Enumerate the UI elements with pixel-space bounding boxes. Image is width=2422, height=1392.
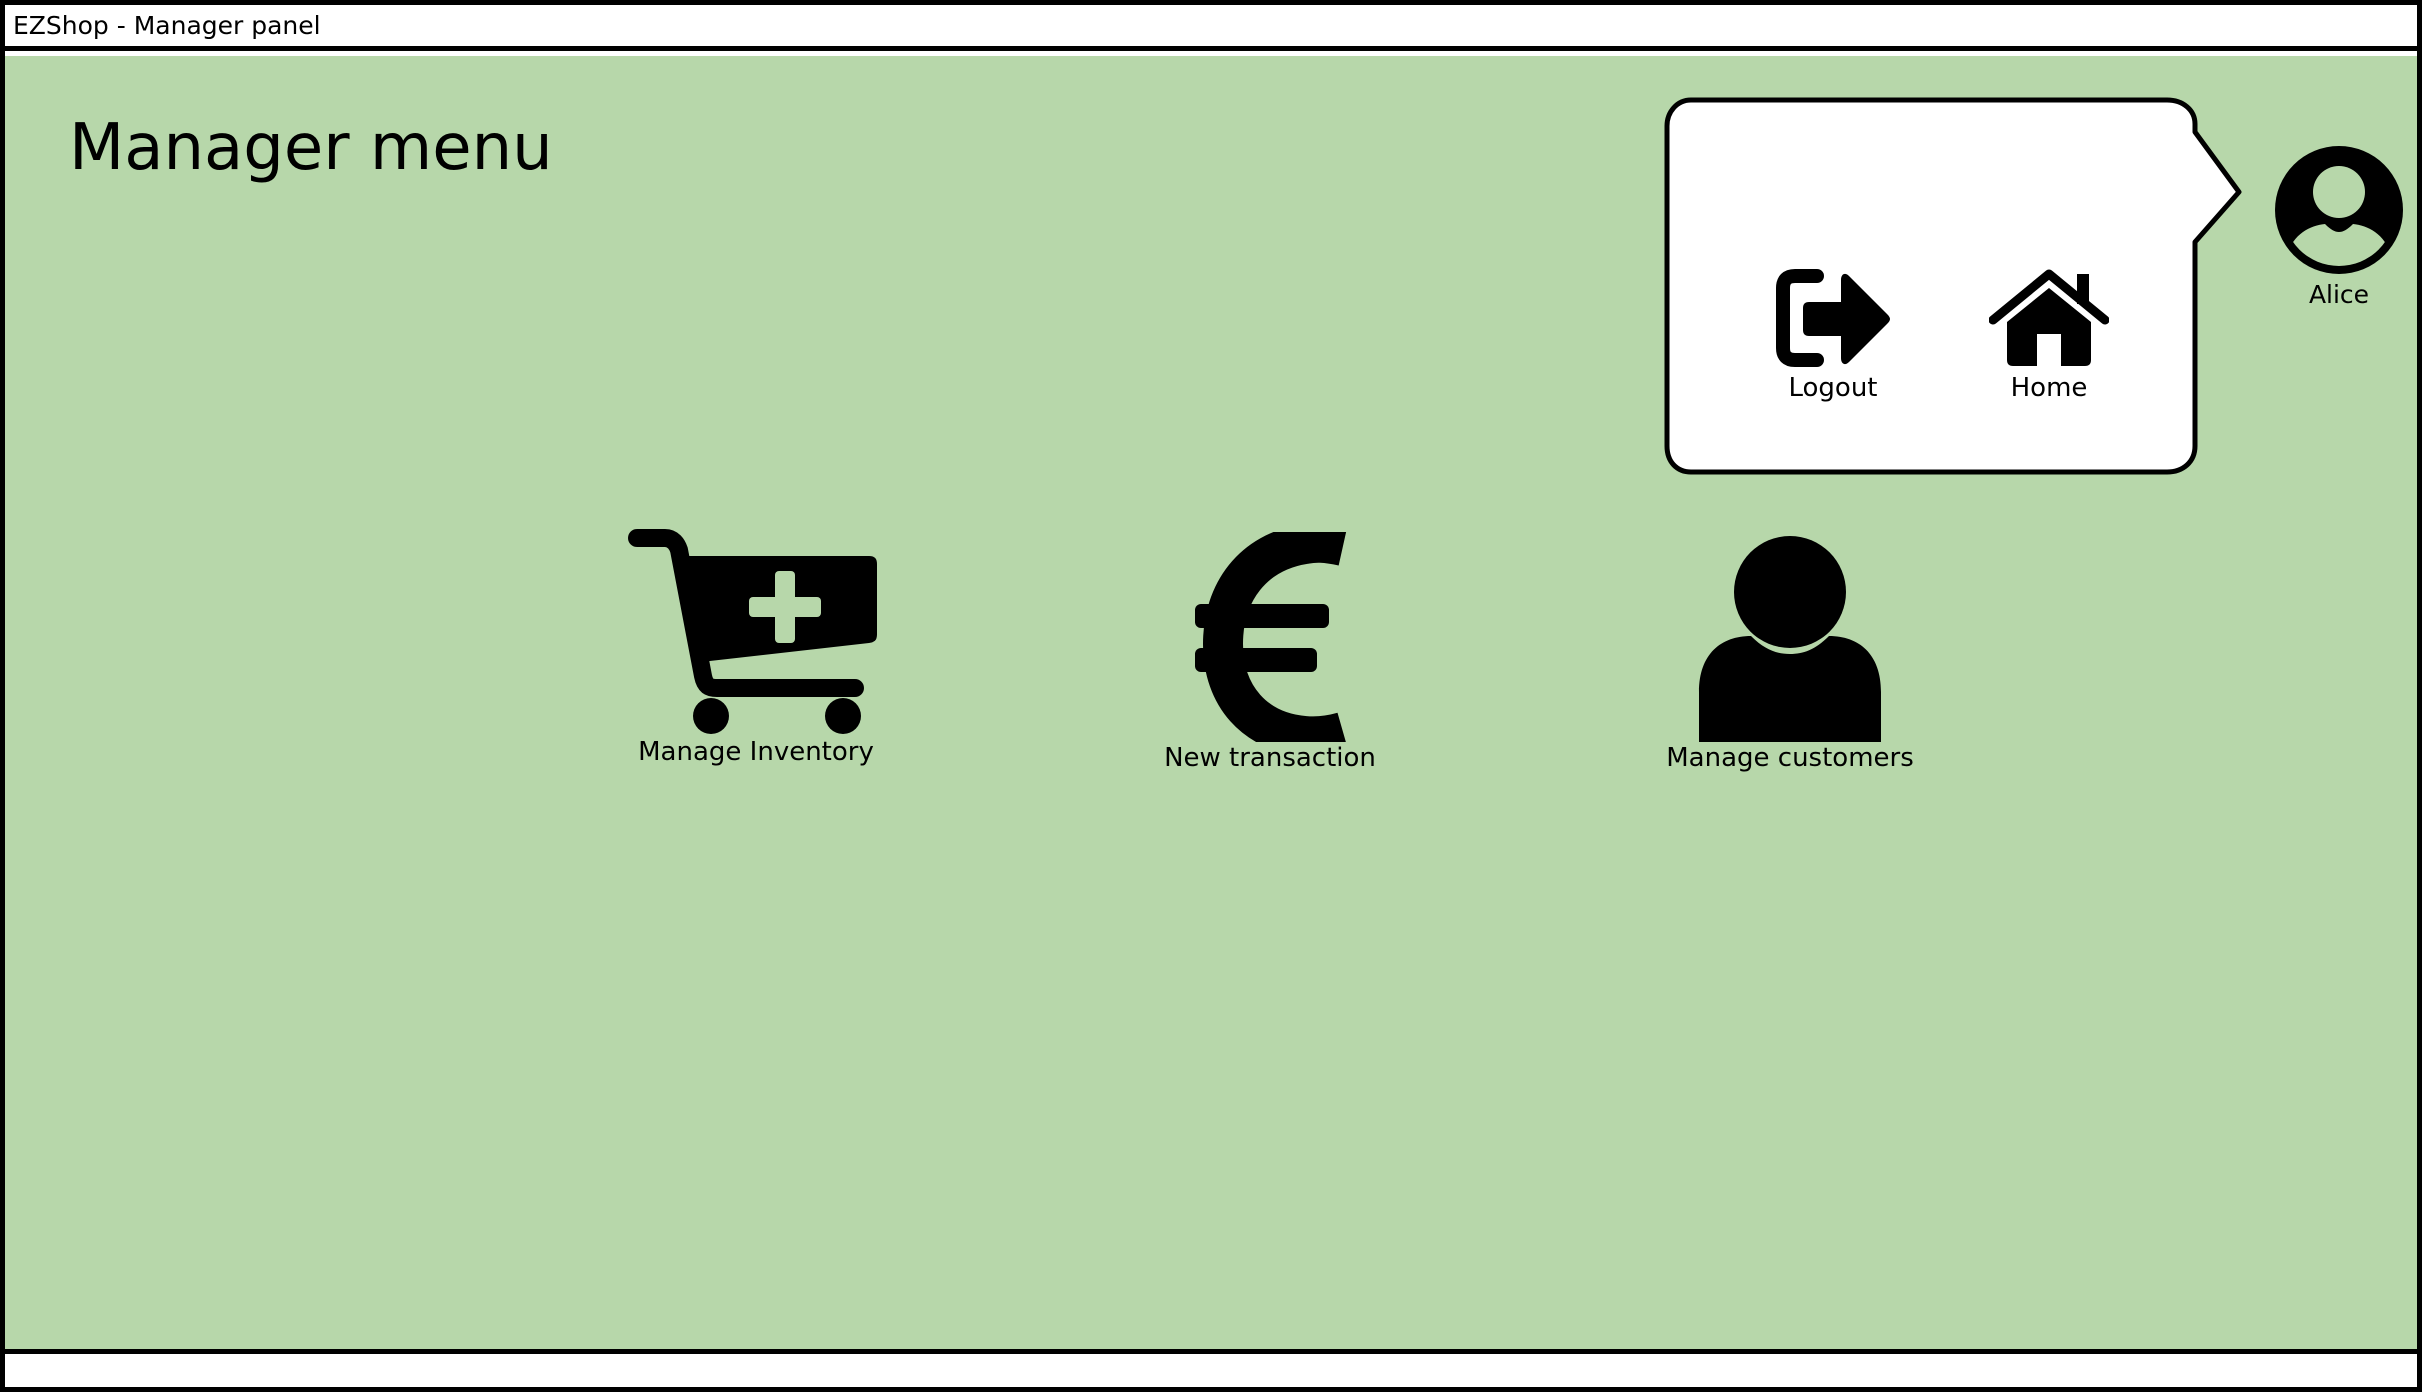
main-content: Manager menu Manage Inventory New transa… bbox=[5, 56, 2417, 1349]
status-bar bbox=[5, 1349, 2417, 1387]
manage-inventory-button[interactable]: Manage Inventory bbox=[625, 526, 887, 768]
user-avatar-button[interactable]: Alice bbox=[2269, 140, 2409, 310]
popover-bubble bbox=[1664, 97, 2242, 475]
title-bar: EZShop - Manager panel bbox=[5, 5, 2417, 51]
new-transaction-label: New transaction bbox=[1164, 743, 1376, 773]
user-menu-popover: Logout Home bbox=[1663, 96, 2243, 476]
manage-inventory-label: Manage Inventory bbox=[638, 737, 874, 767]
app-window: EZShop - Manager panel Manager menu Mana… bbox=[0, 0, 2422, 1392]
logout-icon bbox=[1776, 269, 1890, 367]
new-transaction-button[interactable]: New transaction bbox=[1145, 532, 1395, 774]
window-title: EZShop - Manager panel bbox=[13, 11, 321, 40]
manage-customers-button[interactable]: Manage customers bbox=[1665, 532, 1915, 774]
home-label: Home bbox=[2010, 373, 2088, 403]
page-title: Manager menu bbox=[69, 111, 553, 185]
avatar-icon bbox=[2275, 146, 2403, 274]
manage-customers-label: Manage customers bbox=[1666, 743, 1914, 773]
user-icon bbox=[1699, 536, 1881, 742]
home-icon bbox=[1988, 269, 2110, 366]
logout-button[interactable]: Logout bbox=[1763, 268, 1903, 404]
home-button[interactable]: Home bbox=[1979, 268, 2119, 404]
euro-icon bbox=[1195, 532, 1347, 742]
user-name: Alice bbox=[2308, 280, 2370, 309]
cart-plus-icon bbox=[628, 529, 877, 734]
logout-label: Logout bbox=[1788, 373, 1878, 403]
